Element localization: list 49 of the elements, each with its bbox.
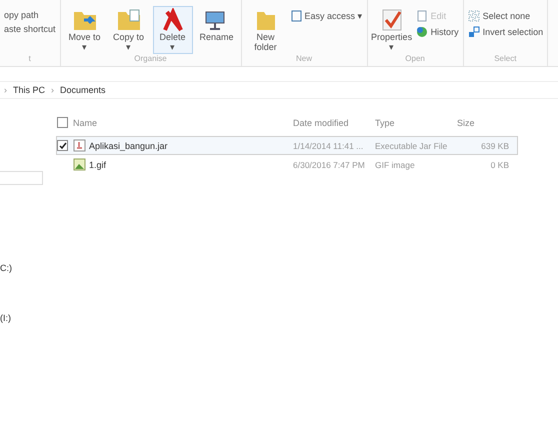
- group-label: New: [295, 54, 314, 65]
- address-bar[interactable]: › This PC › Documents: [0, 81, 558, 99]
- nav-item-highlight: [0, 171, 43, 185]
- breadcrumb-item[interactable]: This PC: [13, 85, 46, 95]
- chevron-icon: ›: [51, 85, 54, 95]
- table-cell-text: 1/14/2014 11:41 ...: [293, 140, 364, 150]
- drive-item[interactable]: (I:): [0, 313, 56, 323]
- ribbon-button[interactable]: Properties ▾: [372, 6, 412, 54]
- file-name: 1.gif: [89, 160, 106, 170]
- select-all-checkbox[interactable]: [57, 117, 68, 128]
- group-label: Open: [404, 54, 426, 65]
- breadcrumb-item[interactable]: Documents: [60, 85, 106, 95]
- invert-selection-icon: [468, 26, 480, 38]
- jar-file-icon: [73, 139, 86, 152]
- ribbon-button[interactable]: History: [416, 26, 459, 38]
- file-row[interactable]: Aplikasi_bangun.jar 1/14/2014 11:41 ... Executable Jar File 639 KB: [56, 136, 518, 155]
- ribbon-button[interactable]: Delete ▾: [152, 6, 193, 54]
- table-cell-text: 639 KB: [480, 140, 510, 150]
- drive-item[interactable]: C:): [0, 263, 56, 273]
- table-cell-text: 6/30/2016 7:47 PM: [293, 160, 366, 170]
- column-header[interactable]: Type: [375, 118, 457, 128]
- ribbon-button[interactable]: opy path: [4, 10, 56, 20]
- folder-icon: [116, 8, 142, 32]
- image-file-icon: [73, 158, 86, 171]
- delete-icon: [160, 8, 185, 32]
- ribbon-button[interactable]: Select none: [468, 10, 544, 22]
- table-cell-text: GIF image: [375, 160, 416, 170]
- document-icon: [416, 10, 428, 22]
- ribbon-button[interactable]: Invert selection: [468, 26, 544, 38]
- ribbon-button[interactable]: Copy to ▾: [108, 6, 149, 54]
- chevron-icon: ›: [4, 85, 7, 95]
- table-cell-text: 0 KB: [490, 160, 510, 170]
- ribbon-button[interactable]: Rename: [196, 6, 237, 44]
- select-none-icon: [468, 10, 480, 22]
- file-row[interactable]: 1.gif 6/30/2016 7:47 PM GIF image 0 KB: [56, 155, 518, 174]
- ribbon-button[interactable]: Move to ▾: [64, 6, 105, 54]
- table-cell-text: Executable Jar File: [375, 140, 448, 150]
- ribbon-button[interactable]: New folder: [246, 6, 286, 54]
- column-header[interactable]: Size: [457, 118, 515, 128]
- group-label: Organise: [133, 54, 168, 65]
- history-icon: [416, 26, 428, 38]
- group-label: Select: [493, 54, 518, 65]
- ribbon-button[interactable]: Easy access ▾: [290, 10, 363, 22]
- group-label: t: [28, 54, 32, 65]
- ribbon-button[interactable]: aste shortcut: [4, 24, 56, 34]
- checkbox[interactable]: [57, 140, 68, 151]
- column-header[interactable]: Name: [73, 118, 293, 128]
- file-name: Aplikasi_bangun.jar: [89, 140, 168, 150]
- column-header[interactable]: Date modified: [293, 118, 375, 128]
